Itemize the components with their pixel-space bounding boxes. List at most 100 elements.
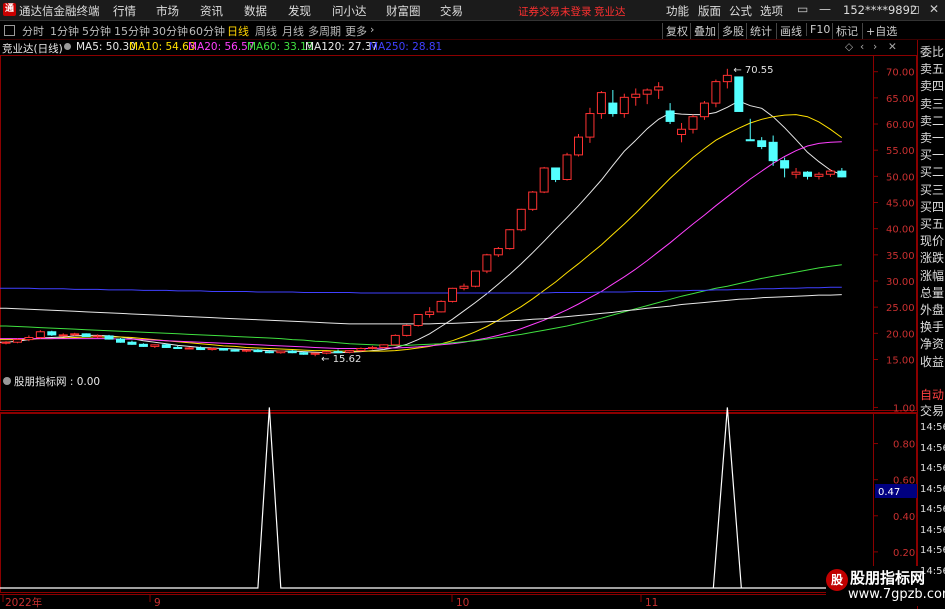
date-label-2: 10 bbox=[456, 597, 469, 609]
ind-tick-label-1: 0.80 bbox=[893, 440, 915, 451]
candle-57 bbox=[654, 82, 664, 99]
menu-item-functions[interactable]: 功能 bbox=[666, 3, 689, 19]
candle-body-53 bbox=[608, 102, 618, 115]
candle-body-15 bbox=[173, 346, 183, 350]
candle-body-26 bbox=[299, 352, 309, 355]
sidebar-label-9: 买四 bbox=[920, 199, 945, 214]
menu-item-market[interactable]: 市场 bbox=[156, 3, 179, 19]
close-icon[interactable]: ✕ bbox=[929, 2, 939, 16]
menu-item-quotes[interactable]: 行情 bbox=[113, 3, 136, 19]
candle-39 bbox=[448, 287, 458, 303]
menu-item-wealth[interactable]: 财富圈 bbox=[386, 3, 421, 19]
candle-body-5 bbox=[58, 334, 68, 337]
indicator-settings-icon[interactable] bbox=[3, 377, 11, 385]
account-name[interactable]: 152****9892 bbox=[843, 3, 917, 17]
trade-label[interactable]: 交易 bbox=[920, 402, 944, 419]
candle-33 bbox=[379, 344, 389, 349]
auto-trade-label[interactable]: 自动 bbox=[920, 386, 944, 403]
candle-body-44 bbox=[505, 229, 515, 250]
candle-body-30 bbox=[345, 350, 354, 353]
menu-item-news[interactable]: 资讯 bbox=[200, 3, 223, 19]
period-daily[interactable]: 日线 bbox=[227, 23, 249, 39]
candle-9 bbox=[104, 334, 114, 340]
watermark-url: www.7gpzb.com bbox=[848, 587, 945, 602]
trade-time-0: 14:56 bbox=[920, 422, 945, 433]
candle-body-66 bbox=[757, 140, 767, 148]
candle-41 bbox=[470, 270, 480, 288]
tool-f10[interactable]: F10 bbox=[806, 23, 830, 36]
candle-71 bbox=[814, 172, 824, 180]
menu-item-data[interactable]: 数据 bbox=[244, 3, 267, 19]
sidebar-label-1: 卖五 bbox=[920, 62, 945, 77]
candle-73 bbox=[837, 167, 847, 178]
menu-item-options[interactable]: 选项 bbox=[760, 3, 783, 19]
period-weekly[interactable]: 周线 bbox=[255, 23, 277, 39]
candle-66 bbox=[757, 137, 767, 150]
candle-61 bbox=[699, 101, 709, 120]
candle-69 bbox=[791, 167, 801, 179]
candle-body-43 bbox=[493, 248, 503, 256]
candle-body-10 bbox=[116, 338, 125, 343]
candle-body-24 bbox=[276, 350, 286, 354]
period-5min[interactable]: 5分钟 bbox=[82, 23, 111, 39]
tool-mark[interactable]: 标记 bbox=[832, 23, 858, 39]
price-tick-label-2: 60.00 bbox=[886, 120, 915, 131]
maximize-icon[interactable]: ◻ bbox=[910, 2, 920, 16]
candle-body-54 bbox=[619, 96, 629, 115]
tool-add-watchlist[interactable]: +自选 bbox=[862, 23, 897, 39]
candle-56 bbox=[642, 88, 652, 105]
period-intraday[interactable]: 分时 bbox=[22, 23, 44, 39]
candle-19 bbox=[219, 347, 229, 351]
restore-icon[interactable]: ▭ bbox=[797, 2, 808, 16]
period-15min[interactable]: 15分钟 bbox=[114, 23, 150, 39]
menu-item-trade[interactable]: 交易 bbox=[440, 3, 463, 19]
candle-40 bbox=[459, 283, 469, 291]
tool-multi-stock[interactable]: 多股 bbox=[718, 23, 744, 39]
candle-body-21 bbox=[241, 349, 251, 352]
period-30min[interactable]: 30分钟 bbox=[152, 23, 188, 39]
candles bbox=[1, 68, 847, 357]
candle-body-13 bbox=[150, 344, 160, 347]
candle-body-45 bbox=[516, 208, 526, 231]
candle-body-67 bbox=[768, 141, 778, 162]
menu-item-formula[interactable]: 公式 bbox=[729, 3, 752, 19]
price-tick-label-10: 20.00 bbox=[886, 329, 915, 340]
candle-body-49 bbox=[562, 154, 572, 180]
candle-body-4 bbox=[47, 331, 57, 336]
chart-area[interactable]: 70.00 65.00 60.00 55.00 50.00 45.00 40.00 35.00… bbox=[0, 40, 917, 609]
login-warning[interactable]: 证券交易未登录 bbox=[518, 4, 592, 19]
menu-item-discover[interactable]: 发现 bbox=[288, 3, 311, 19]
price-tick-label-4: 50.00 bbox=[886, 172, 915, 183]
period-multi[interactable]: 多周期 bbox=[308, 23, 341, 39]
candle-body-18 bbox=[207, 348, 217, 351]
candle-body-62 bbox=[711, 81, 721, 104]
tool-stats[interactable]: 统计 bbox=[746, 23, 772, 39]
trade-time-4: 14:56 bbox=[920, 504, 945, 515]
tool-overlay[interactable]: 叠加 bbox=[690, 23, 716, 39]
period-more[interactable]: 更多 bbox=[345, 23, 367, 39]
candle-46 bbox=[528, 191, 538, 211]
menu-item-layout[interactable]: 版面 bbox=[698, 3, 721, 19]
sidebar-label-2: 卖四 bbox=[920, 79, 945, 94]
period-monthly[interactable]: 月线 bbox=[282, 23, 304, 39]
price-tick-label-11: 15.00 bbox=[886, 355, 915, 366]
candle-body-33 bbox=[379, 344, 389, 348]
sidebar-label-10: 买五 bbox=[920, 217, 945, 231]
grid-toggle-icon[interactable] bbox=[4, 25, 15, 36]
tool-adjust[interactable]: 复权 bbox=[662, 23, 688, 39]
tool-draw[interactable]: 画线 bbox=[776, 23, 802, 39]
stock-link[interactable]: 竞业达 bbox=[594, 4, 626, 19]
period-1min[interactable]: 1分钟 bbox=[50, 23, 79, 39]
price-tick-label-3: 55.00 bbox=[886, 146, 915, 157]
candle-body-57 bbox=[654, 86, 664, 91]
watermark-logo-icon: 股 bbox=[826, 569, 848, 591]
candle-72 bbox=[825, 169, 835, 177]
minimize-icon[interactable]: — bbox=[819, 2, 831, 16]
candle-body-11 bbox=[127, 341, 137, 345]
menu-item-xiaoda[interactable]: 问小达 bbox=[332, 3, 367, 19]
indicator-spike-peak bbox=[712, 407, 742, 589]
chevron-right-icon[interactable]: › bbox=[370, 23, 374, 36]
candle-55 bbox=[631, 88, 641, 106]
period-60min[interactable]: 60分钟 bbox=[189, 23, 225, 39]
sidebar-label-8: 买三 bbox=[920, 182, 945, 197]
